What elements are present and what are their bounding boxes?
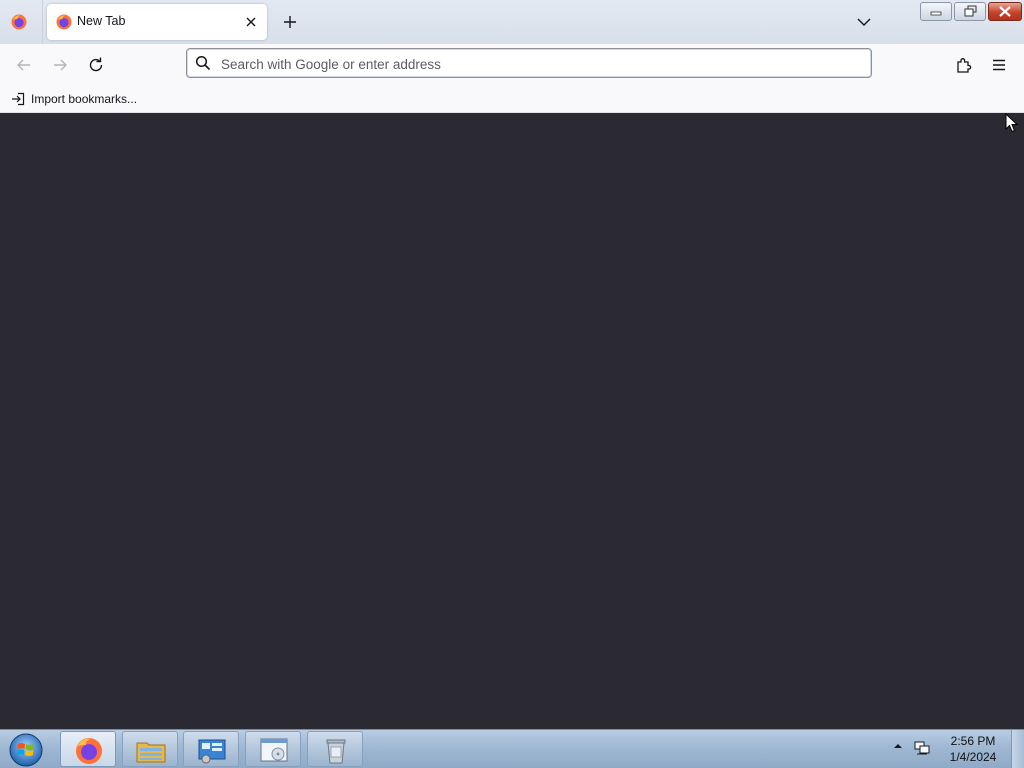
bookmarks-toolbar: Import bookmarks... <box>0 86 1024 113</box>
taskbar-firefox-button[interactable] <box>60 731 116 767</box>
back-arrow-icon[interactable] <box>13 54 35 76</box>
restore-button[interactable] <box>954 2 986 21</box>
clock-time: 2:56 PM <box>950 734 996 748</box>
page-content-area[interactable] <box>0 113 1024 729</box>
taskbar-control-panel-button[interactable] <box>183 731 239 767</box>
restore-icon <box>964 5 977 17</box>
tab-strip: New Tab <box>0 0 1024 44</box>
clock-date: 1/4/2024 <box>949 750 997 764</box>
minimize-button[interactable] <box>920 2 952 21</box>
extensions-puzzle-icon[interactable] <box>953 54 975 76</box>
firefox-icon <box>76 738 102 764</box>
import-bookmarks-button[interactable]: Import bookmarks... <box>10 90 137 108</box>
recycle-bin-icon <box>326 739 346 764</box>
minimize-icon <box>930 11 942 16</box>
import-icon <box>12 92 25 106</box>
tab-new-tab[interactable]: New Tab <box>47 4 267 40</box>
reload-icon[interactable] <box>85 54 107 76</box>
system-clock[interactable]: 2:56 PM 1/4/2024 <box>940 733 1006 765</box>
close-window-icon <box>999 6 1011 17</box>
window-app-icon <box>260 738 288 762</box>
taskbar-window-app-button[interactable] <box>245 731 301 767</box>
close-window-button[interactable] <box>988 2 1022 21</box>
new-tab-plus-icon[interactable] <box>279 11 301 33</box>
taskbar: 2:56 PM 1/4/2024 <box>0 729 1024 768</box>
window-controls <box>920 2 1022 21</box>
import-bookmarks-label: Import bookmarks... <box>31 92 138 106</box>
tab-separator <box>42 0 43 44</box>
start-button-windows-orb-icon[interactable] <box>5 731 47 767</box>
list-all-tabs-chevron-icon[interactable] <box>854 12 874 32</box>
navigation-toolbar <box>0 44 1024 86</box>
network-icon[interactable] <box>913 739 931 757</box>
url-input[interactable] <box>219 52 863 76</box>
show-desktop-button[interactable] <box>1011 730 1024 768</box>
folder-icon <box>136 742 166 763</box>
url-bar[interactable] <box>186 48 872 78</box>
hamburger-menu-icon[interactable] <box>988 54 1010 76</box>
firefox-view-icon[interactable] <box>11 14 27 30</box>
search-icon <box>195 55 211 71</box>
mouse-pointer-icon <box>1005 113 1019 133</box>
show-hidden-icons-arrow-icon[interactable] <box>892 740 904 752</box>
control-panel-icon <box>198 739 226 764</box>
close-tab-icon[interactable] <box>241 12 261 32</box>
taskbar-recycle-app-button[interactable] <box>307 731 363 767</box>
forward-arrow-icon[interactable] <box>49 54 71 76</box>
taskbar-file-explorer-button[interactable] <box>122 731 178 767</box>
firefox-favicon-icon <box>56 14 72 30</box>
tab-title: New Tab <box>77 14 126 28</box>
